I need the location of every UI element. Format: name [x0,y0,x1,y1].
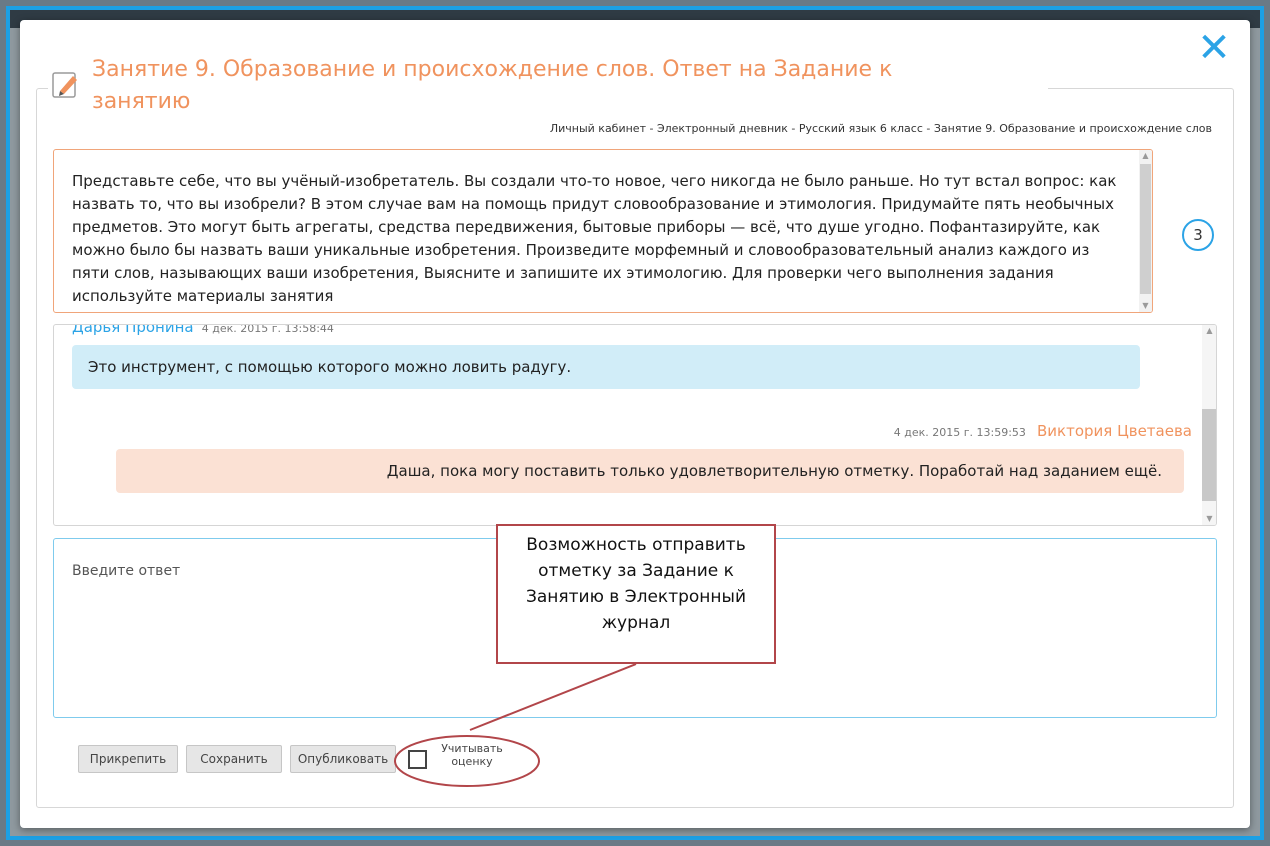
message-header: Дарья Пронина 4 дек. 2015 г. 13:58:44 [72,324,334,336]
task-scrollbar[interactable]: ▲ ▼ [1139,150,1152,312]
task-description: Представьте себе, что вы учёный-изобрета… [53,149,1153,313]
scroll-down-icon[interactable]: ▼ [1203,513,1216,525]
message-date: 4 дек. 2015 г. 13:59:53 [893,426,1026,439]
chat-scrollbar[interactable]: ▲ ▼ [1202,325,1216,525]
breadcrumb: Личный кабинет - Электронный дневник - Р… [549,122,1212,135]
task-text: Представьте себе, что вы учёный-изобрета… [72,172,1117,305]
scroll-up-icon[interactable]: ▲ [1139,150,1152,162]
annotation-callout: Возможность отправить отметку за Задание… [496,524,776,664]
scroll-down-icon[interactable]: ▼ [1139,300,1152,312]
attach-button[interactable]: Прикрепить [78,745,178,773]
edit-icon [52,72,77,98]
message-date: 4 дек. 2015 г. 13:58:44 [201,324,334,335]
publish-button[interactable]: Опубликовать [290,745,396,773]
answer-modal: ✕ Занятие 9. Образование и происхождение… [20,20,1250,828]
scroll-thumb[interactable] [1202,409,1216,501]
save-button[interactable]: Сохранить [186,745,282,773]
scroll-up-icon[interactable]: ▲ [1203,325,1216,337]
message-author[interactable]: Виктория Цветаева [1037,422,1192,440]
message-bubble: Это инструмент, с помощью которого можно… [72,345,1140,389]
grade-checkbox-label[interactable]: Учитывать оценку [432,742,512,768]
message-bubble: Даша, пока могу поставить только удовлет… [116,449,1184,493]
count-badge: 3 [1182,219,1214,251]
answer-placeholder: Введите ответ [72,563,181,579]
grade-checkbox[interactable] [408,750,427,769]
message-author[interactable]: Дарья Пронина [72,325,194,336]
modal-header: Занятие 9. Образование и происхождение с… [48,52,1048,122]
page-title: Занятие 9. Образование и происхождение с… [92,57,893,114]
message-header: 4 дек. 2015 г. 13:59:53 Виктория Цветаев… [890,421,1192,440]
close-icon[interactable]: ✕ [1196,28,1232,68]
scroll-thumb[interactable] [1140,164,1151,294]
chat-history: Дарья Пронина 4 дек. 2015 г. 13:58:44 Эт… [53,324,1217,526]
